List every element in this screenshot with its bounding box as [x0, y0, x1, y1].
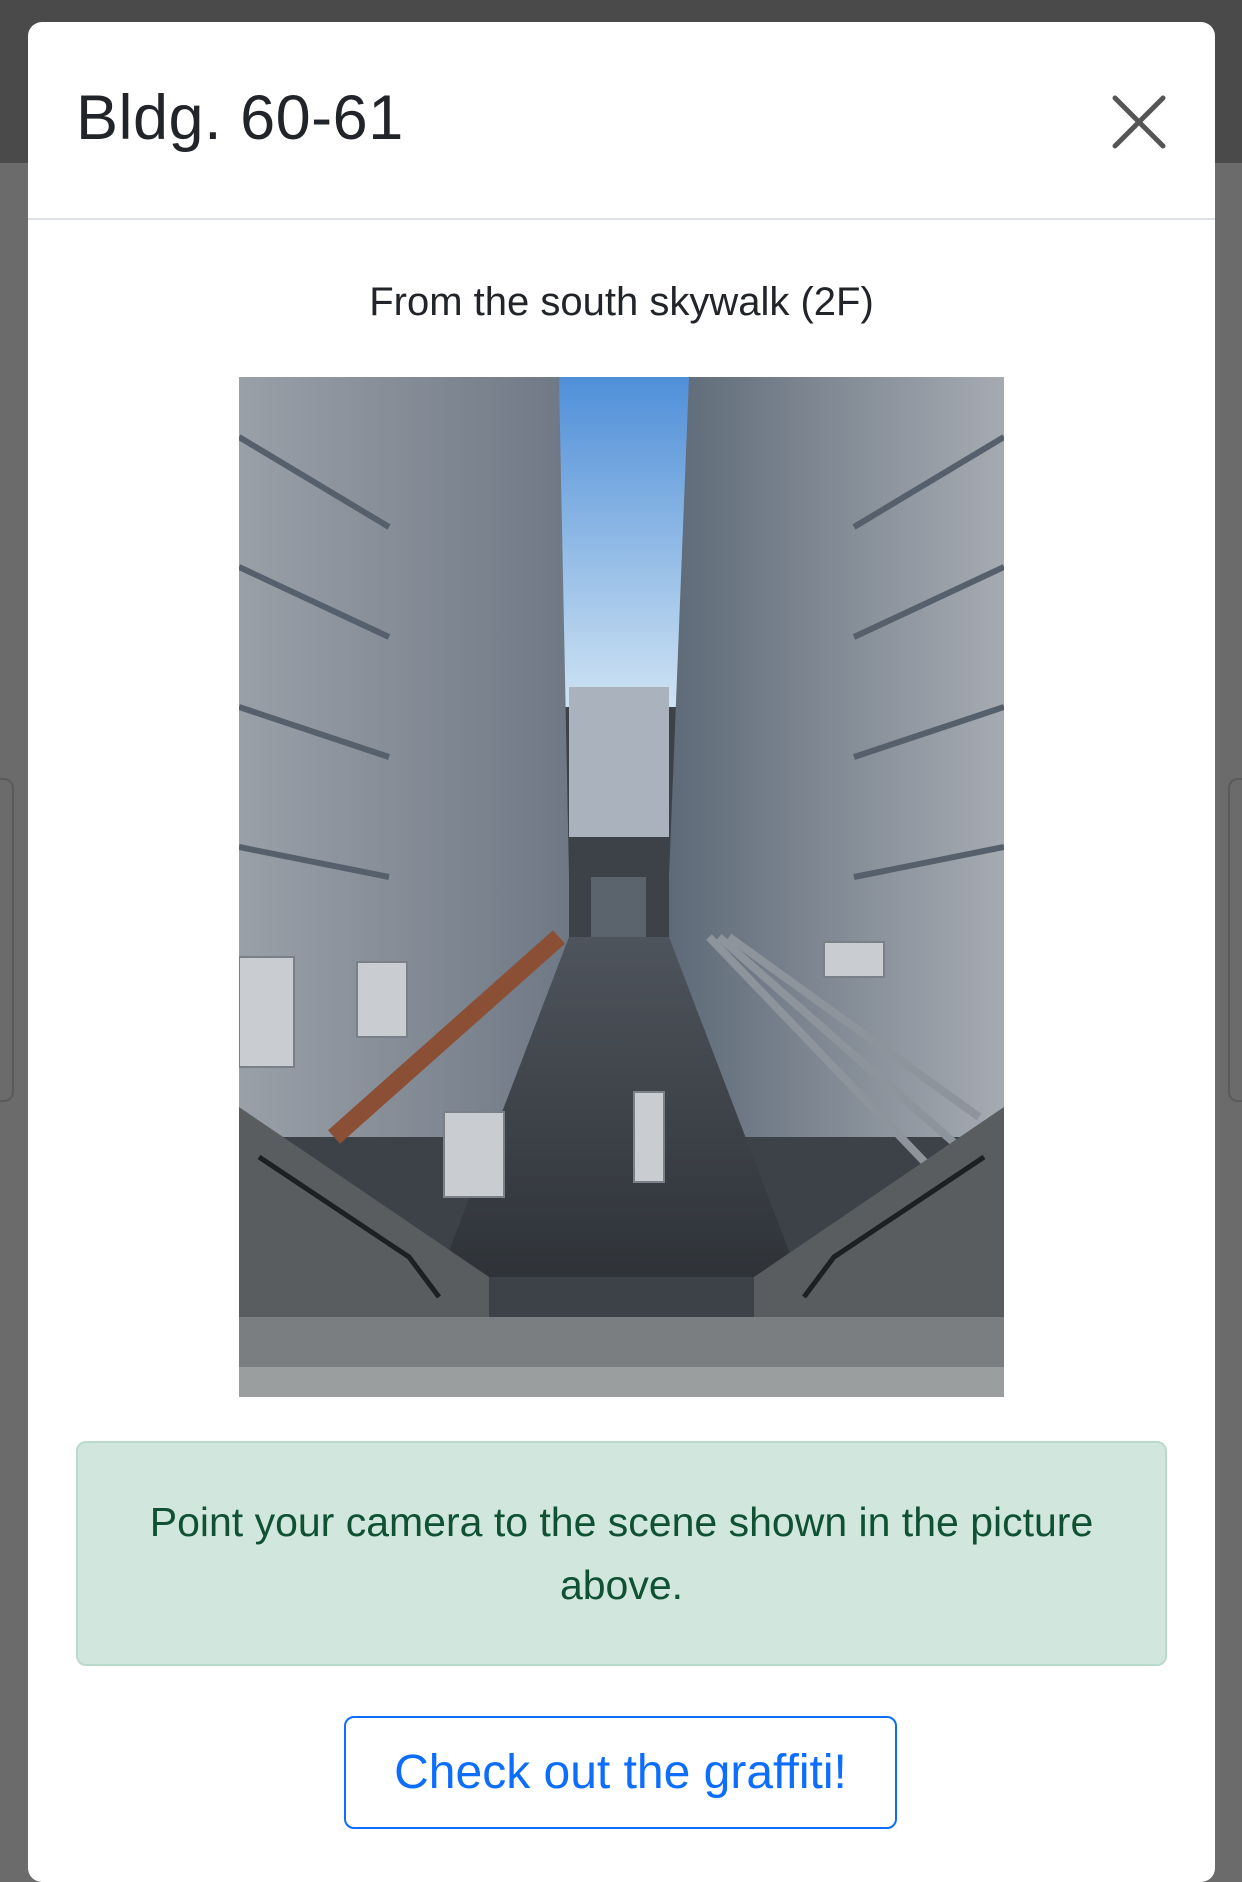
background-card-edge	[0, 778, 14, 1102]
photo-caption: From the south skywalk (2F)	[369, 280, 874, 324]
instruction-alert: Point your camera to the scene shown in …	[76, 1441, 1167, 1666]
check-graffiti-button[interactable]: Check out the graffiti!	[344, 1716, 897, 1829]
background-card-edge	[1228, 778, 1242, 1102]
instruction-text: Point your camera to the scene shown in …	[149, 1498, 1094, 1608]
modal-header: Bldg. 60-61	[28, 22, 1215, 220]
modal-title: Bldg. 60-61	[76, 83, 404, 153]
location-modal: Bldg. 60-61 From the south skywalk (2F)	[28, 22, 1215, 1882]
close-icon	[1112, 95, 1166, 149]
close-button[interactable]	[1109, 92, 1169, 152]
scene-photo	[239, 377, 1004, 1397]
